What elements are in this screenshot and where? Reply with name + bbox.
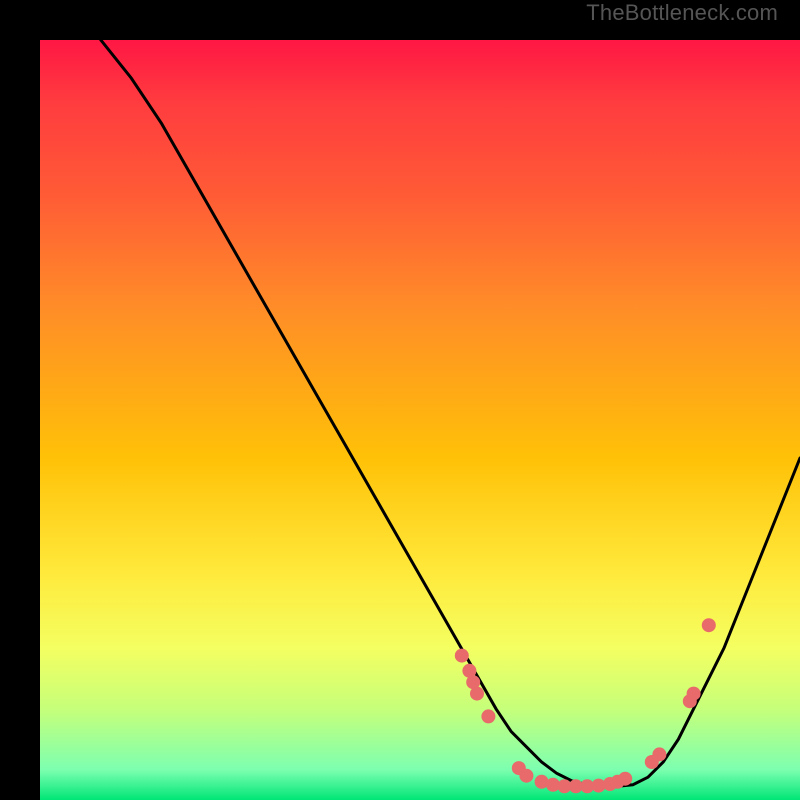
scatter-dot [687, 687, 701, 701]
scatter-dot [481, 709, 495, 723]
chart-frame [20, 20, 780, 780]
watermark-text: TheBottleneck.com [586, 0, 778, 26]
scatter-dot [519, 769, 533, 783]
chart-svg [40, 40, 800, 800]
scatter-dot [618, 772, 632, 786]
plot-area [40, 40, 800, 800]
scatter-dot [455, 649, 469, 663]
scatter-dot [470, 687, 484, 701]
scatter-dot [652, 747, 666, 761]
scatter-dot [702, 618, 716, 632]
bottleneck-curve [101, 40, 800, 786]
